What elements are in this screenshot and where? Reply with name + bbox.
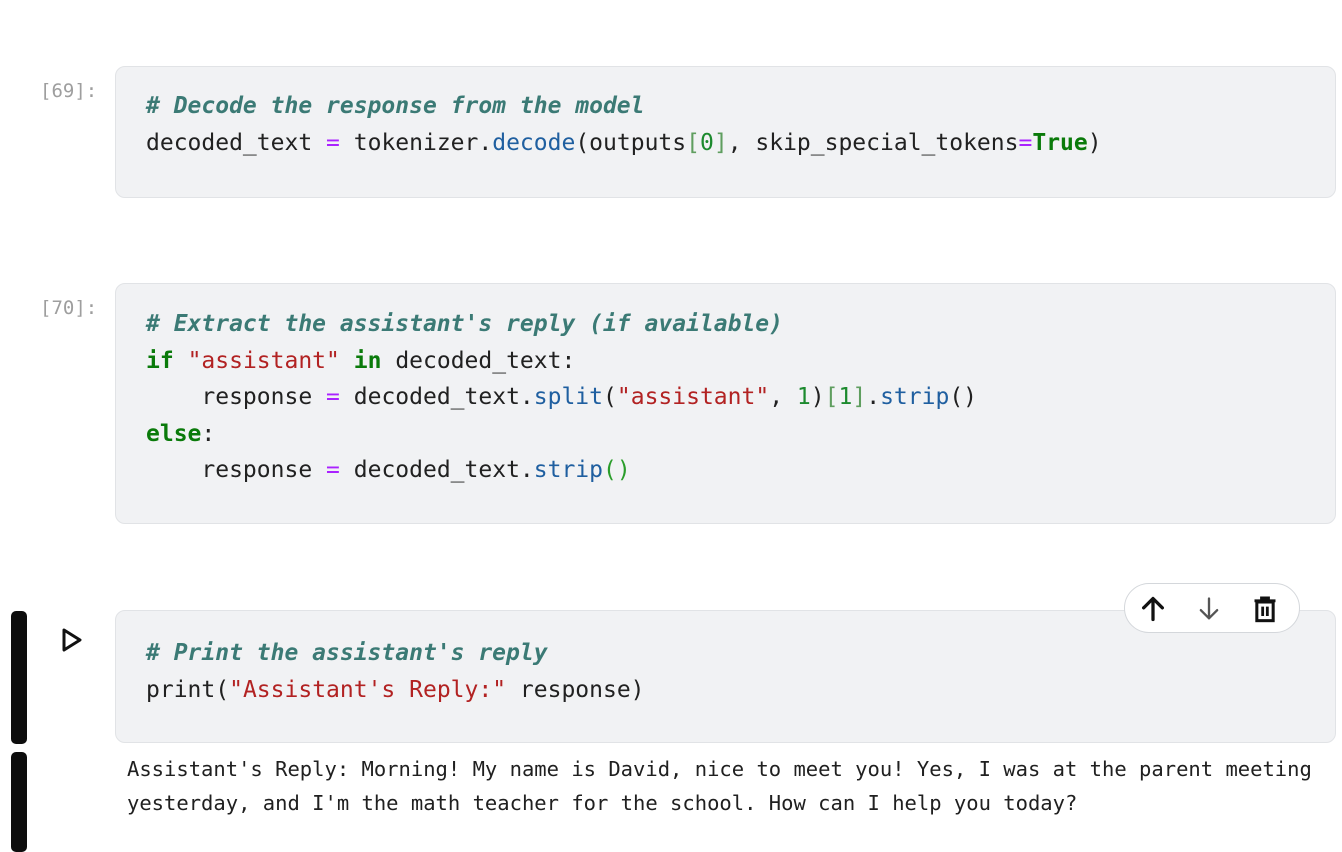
code-cell-69[interactable]: # Decode the response from the model dec… <box>115 66 1336 198</box>
cell-toolbar <box>1124 583 1300 633</box>
code-editor[interactable]: # Print the assistant's reply print("Ass… <box>146 635 645 708</box>
arrow-down-icon[interactable] <box>1195 595 1223 623</box>
output-collapse-bar[interactable] <box>11 752 27 852</box>
active-cell-indicator <box>11 611 27 744</box>
code-editor[interactable]: # Extract the assistant's reply (if avai… <box>146 306 977 489</box>
code-line: response = decoded_text.strip() <box>201 457 631 483</box>
code-comment: # Extract the assistant's reply (if avai… <box>146 311 783 337</box>
arrow-up-icon[interactable] <box>1139 595 1167 623</box>
play-outline-icon[interactable] <box>60 628 84 652</box>
execution-count-70: [70]: <box>40 297 98 319</box>
code-editor[interactable]: # Decode the response from the model dec… <box>146 88 1102 161</box>
execution-count-69: [69]: <box>40 80 98 102</box>
trash-icon[interactable] <box>1251 595 1279 623</box>
code-line: else: <box>146 420 216 447</box>
code-line: print("Assistant's Reply:" response) <box>146 676 645 703</box>
code-cell-70[interactable]: # Extract the assistant's reply (if avai… <box>115 283 1336 524</box>
code-comment: # Print the assistant's reply <box>146 640 548 666</box>
code-comment: # Decode the response from the model <box>146 93 645 119</box>
code-line: decoded_text = tokenizer.decode(outputs[… <box>146 129 1102 156</box>
code-line: if "assistant" in decoded_text: <box>146 347 576 374</box>
code-line: response = decoded_text.split("assistant… <box>201 384 978 410</box>
cell-output: Assistant's Reply: Morning! My name is D… <box>127 757 1325 815</box>
